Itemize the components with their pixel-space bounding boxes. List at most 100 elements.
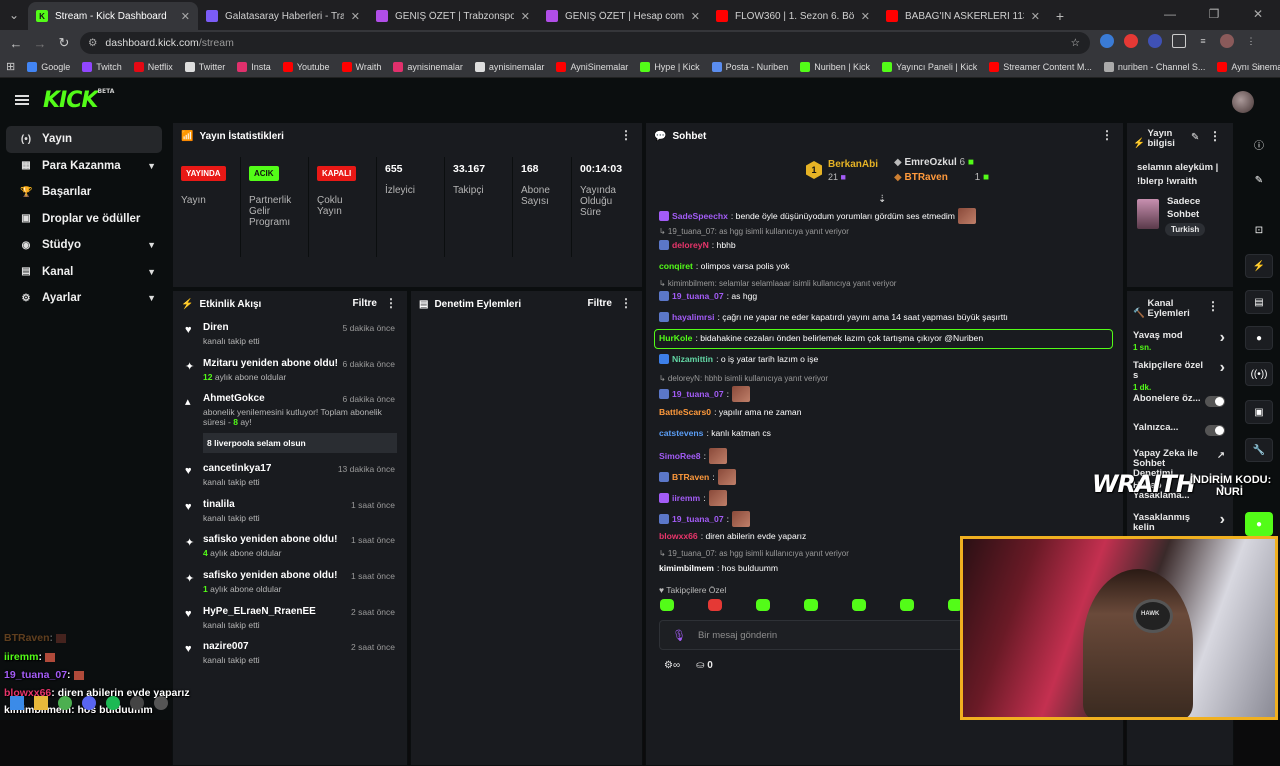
file-explorer-icon[interactable] — [34, 696, 48, 710]
extension-icon[interactable] — [1100, 34, 1114, 48]
discord-icon[interactable] — [82, 696, 96, 710]
bookmark-item[interactable]: Yayıncı Paneli | Kick — [882, 61, 977, 72]
apps-grid-icon[interactable]: ⊞ — [6, 60, 15, 73]
browser-tab[interactable]: GENİŞ ÖZET | Hesap com Antal ✕ — [538, 2, 708, 30]
edit-icon[interactable]: ✎ — [1245, 168, 1273, 192]
chevron-down-icon[interactable]: ▼ — [147, 293, 156, 303]
sidebar-item-ayarlar[interactable]: ⚙ Ayarlar ▼ — [6, 285, 162, 312]
toggle-switch[interactable] — [1205, 396, 1225, 407]
maximize-button[interactable]: ❐ — [1192, 0, 1236, 30]
channel-actions-menu-icon[interactable]: ⋮ — [1207, 300, 1219, 312]
bookmark-item[interactable]: Twitch — [82, 61, 122, 72]
bookmark-item[interactable]: aynisinemalar — [474, 61, 544, 72]
emote-icon[interactable] — [756, 599, 770, 611]
emote-icon[interactable] — [900, 599, 914, 611]
windows-start-icon[interactable] — [10, 696, 24, 710]
url-bar[interactable]: ⚙ dashboard.kick.com/stream ☆ — [80, 32, 1090, 54]
layout-icon[interactable]: ▣ — [1245, 400, 1273, 424]
chat-username[interactable]: 19_tuana_07 — [672, 389, 724, 399]
chat-username[interactable]: SadeSpeechx — [672, 211, 728, 221]
sidebar-item-st-dyo[interactable]: ◉ Stüdyo ▼ — [6, 232, 162, 259]
reload-icon[interactable]: ↻ — [52, 35, 76, 51]
chat-username[interactable]: deloreyN — [672, 240, 709, 250]
kick-logo[interactable]: KICKBETA — [43, 88, 114, 113]
microphone-icon[interactable]: 🎙 — [672, 629, 686, 642]
chat-username[interactable]: blowxx66 — [659, 531, 698, 541]
site-info-icon[interactable]: ⚙ — [88, 37, 97, 49]
kick-app-icon[interactable]: ● — [1245, 512, 1273, 536]
chrome-icon[interactable] — [58, 696, 72, 710]
back-icon[interactable]: ← — [4, 36, 28, 51]
browser-tab[interactable]: Galatasaray Haberleri - Transfe ✕ — [198, 2, 368, 30]
leader-second-name[interactable]: EmreOzkul — [905, 157, 957, 168]
chat-username[interactable]: SimoRee8 — [659, 451, 701, 461]
points-icon[interactable]: ⛀ 0 — [696, 660, 713, 671]
chat-username[interactable]: kimimbilmem — [659, 563, 714, 573]
chat-username[interactable]: 19_tuana_07 — [672, 514, 724, 524]
expand-leaderboard-icon[interactable]: ⇣ — [878, 194, 886, 205]
chat-username[interactable]: HurKole — [659, 333, 692, 343]
tab-search-button[interactable]: ⌄ — [0, 0, 28, 30]
hamburger-menu-icon[interactable] — [15, 95, 29, 105]
stats-menu-icon[interactable]: ⋮ — [620, 129, 632, 141]
tab-close-icon[interactable]: ✕ — [861, 10, 870, 23]
bookmark-item[interactable]: Wraith — [341, 61, 381, 72]
emote-icon[interactable] — [708, 599, 722, 611]
activity-filter-button[interactable]: Filtre — [353, 298, 377, 309]
chat-icon[interactable]: ● — [1245, 326, 1273, 350]
tab-close-icon[interactable]: ✕ — [691, 10, 700, 23]
channel-action-item[interactable]: Yalnızca... — [1133, 423, 1229, 436]
bookmark-item[interactable]: Aynı Sinemalar - Ça... — [1217, 61, 1280, 72]
channel-action-item[interactable]: Takipçilere özel s 1 dk. › — [1133, 360, 1229, 393]
bookmark-item[interactable]: Google — [27, 61, 70, 72]
bookmark-item[interactable]: nuriben - Channel S... — [1103, 61, 1205, 72]
lightning-icon[interactable]: ⚡ — [1245, 254, 1273, 278]
tab-close-icon[interactable]: ✕ — [351, 10, 360, 23]
chat-username[interactable]: 19_tuana_07 — [672, 291, 724, 301]
bookmark-star-icon[interactable]: ☆ — [1071, 37, 1080, 49]
extension-icon[interactable] — [1124, 34, 1138, 48]
chevron-right-icon[interactable]: › — [1220, 330, 1225, 346]
browser-tab[interactable]: GENİŞ ÖZET | Trabzonspor 3 3 ✕ — [368, 2, 538, 30]
leader-first-name[interactable]: BerkanAbi — [828, 159, 878, 170]
emote-icon[interactable] — [660, 599, 674, 611]
tab-close-icon[interactable]: ✕ — [1031, 10, 1040, 23]
chevron-down-icon[interactable]: ▼ — [147, 267, 156, 277]
chat-username[interactable]: BattleScars0 — [659, 407, 711, 417]
obs-icon[interactable] — [154, 696, 168, 710]
forward-icon[interactable]: → — [28, 36, 52, 51]
chevron-down-icon[interactable]: ▼ — [147, 240, 156, 250]
crop-icon[interactable]: ⊡ — [1245, 218, 1273, 242]
users-settings-icon[interactable]: ⚙∞ — [664, 660, 680, 671]
sidebar-item-yay-n[interactable]: (•) Yayın — [6, 126, 162, 153]
extensions-puzzle-icon[interactable] — [1172, 34, 1186, 48]
activity-menu-icon[interactable]: ⋮ — [385, 297, 397, 309]
bookmark-item[interactable]: aynisinemalar — [393, 61, 463, 72]
broadcast-icon[interactable]: ((•)) — [1245, 362, 1273, 386]
browser-tab[interactable]: BABAG'IN ASKERLERİ 113'ÜN F ✕ — [878, 2, 1048, 30]
browser-tab[interactable]: K Stream - Kick Dashboard ✕ — [28, 2, 198, 30]
category-name[interactable]: Sadece Sohbet — [1167, 195, 1227, 221]
spotify-icon[interactable] — [106, 696, 120, 710]
chat-username[interactable]: Nizamittin — [672, 354, 713, 364]
bookmark-item[interactable]: Streamer Content M... — [989, 61, 1092, 72]
bookmark-item[interactable]: Nuriben | Kick — [800, 61, 870, 72]
tab-close-icon[interactable]: ✕ — [181, 10, 190, 23]
chevron-right-icon[interactable]: › — [1220, 512, 1225, 528]
channel-action-item[interactable]: Yavaş mod 1 sn. › — [1133, 330, 1229, 353]
bookmark-item[interactable]: Twitter — [184, 61, 225, 72]
channel-action-item[interactable]: Yasaklanmış kelin › — [1133, 512, 1229, 533]
bookmark-item[interactable]: AyniSinemalar — [556, 61, 628, 72]
toggle-switch[interactable] — [1205, 425, 1225, 436]
leader-third-name[interactable]: BTRaven — [905, 172, 948, 183]
browser-menu-icon[interactable]: ⋮ — [1244, 34, 1258, 48]
bookmark-item[interactable]: Posta - Nuriben — [711, 61, 788, 72]
emote-icon[interactable] — [852, 599, 866, 611]
chat-username[interactable]: BTRaven — [672, 472, 709, 482]
profile-avatar[interactable] — [1220, 34, 1234, 48]
tab-close-icon[interactable]: ✕ — [521, 10, 530, 23]
channel-action-item[interactable]: Abonelere öz... — [1133, 394, 1229, 407]
chat-username[interactable]: catstevens — [659, 428, 703, 438]
minimize-button[interactable]: — — [1148, 0, 1192, 30]
sidebar-item-kanal[interactable]: ▤ Kanal ▼ — [6, 259, 162, 286]
